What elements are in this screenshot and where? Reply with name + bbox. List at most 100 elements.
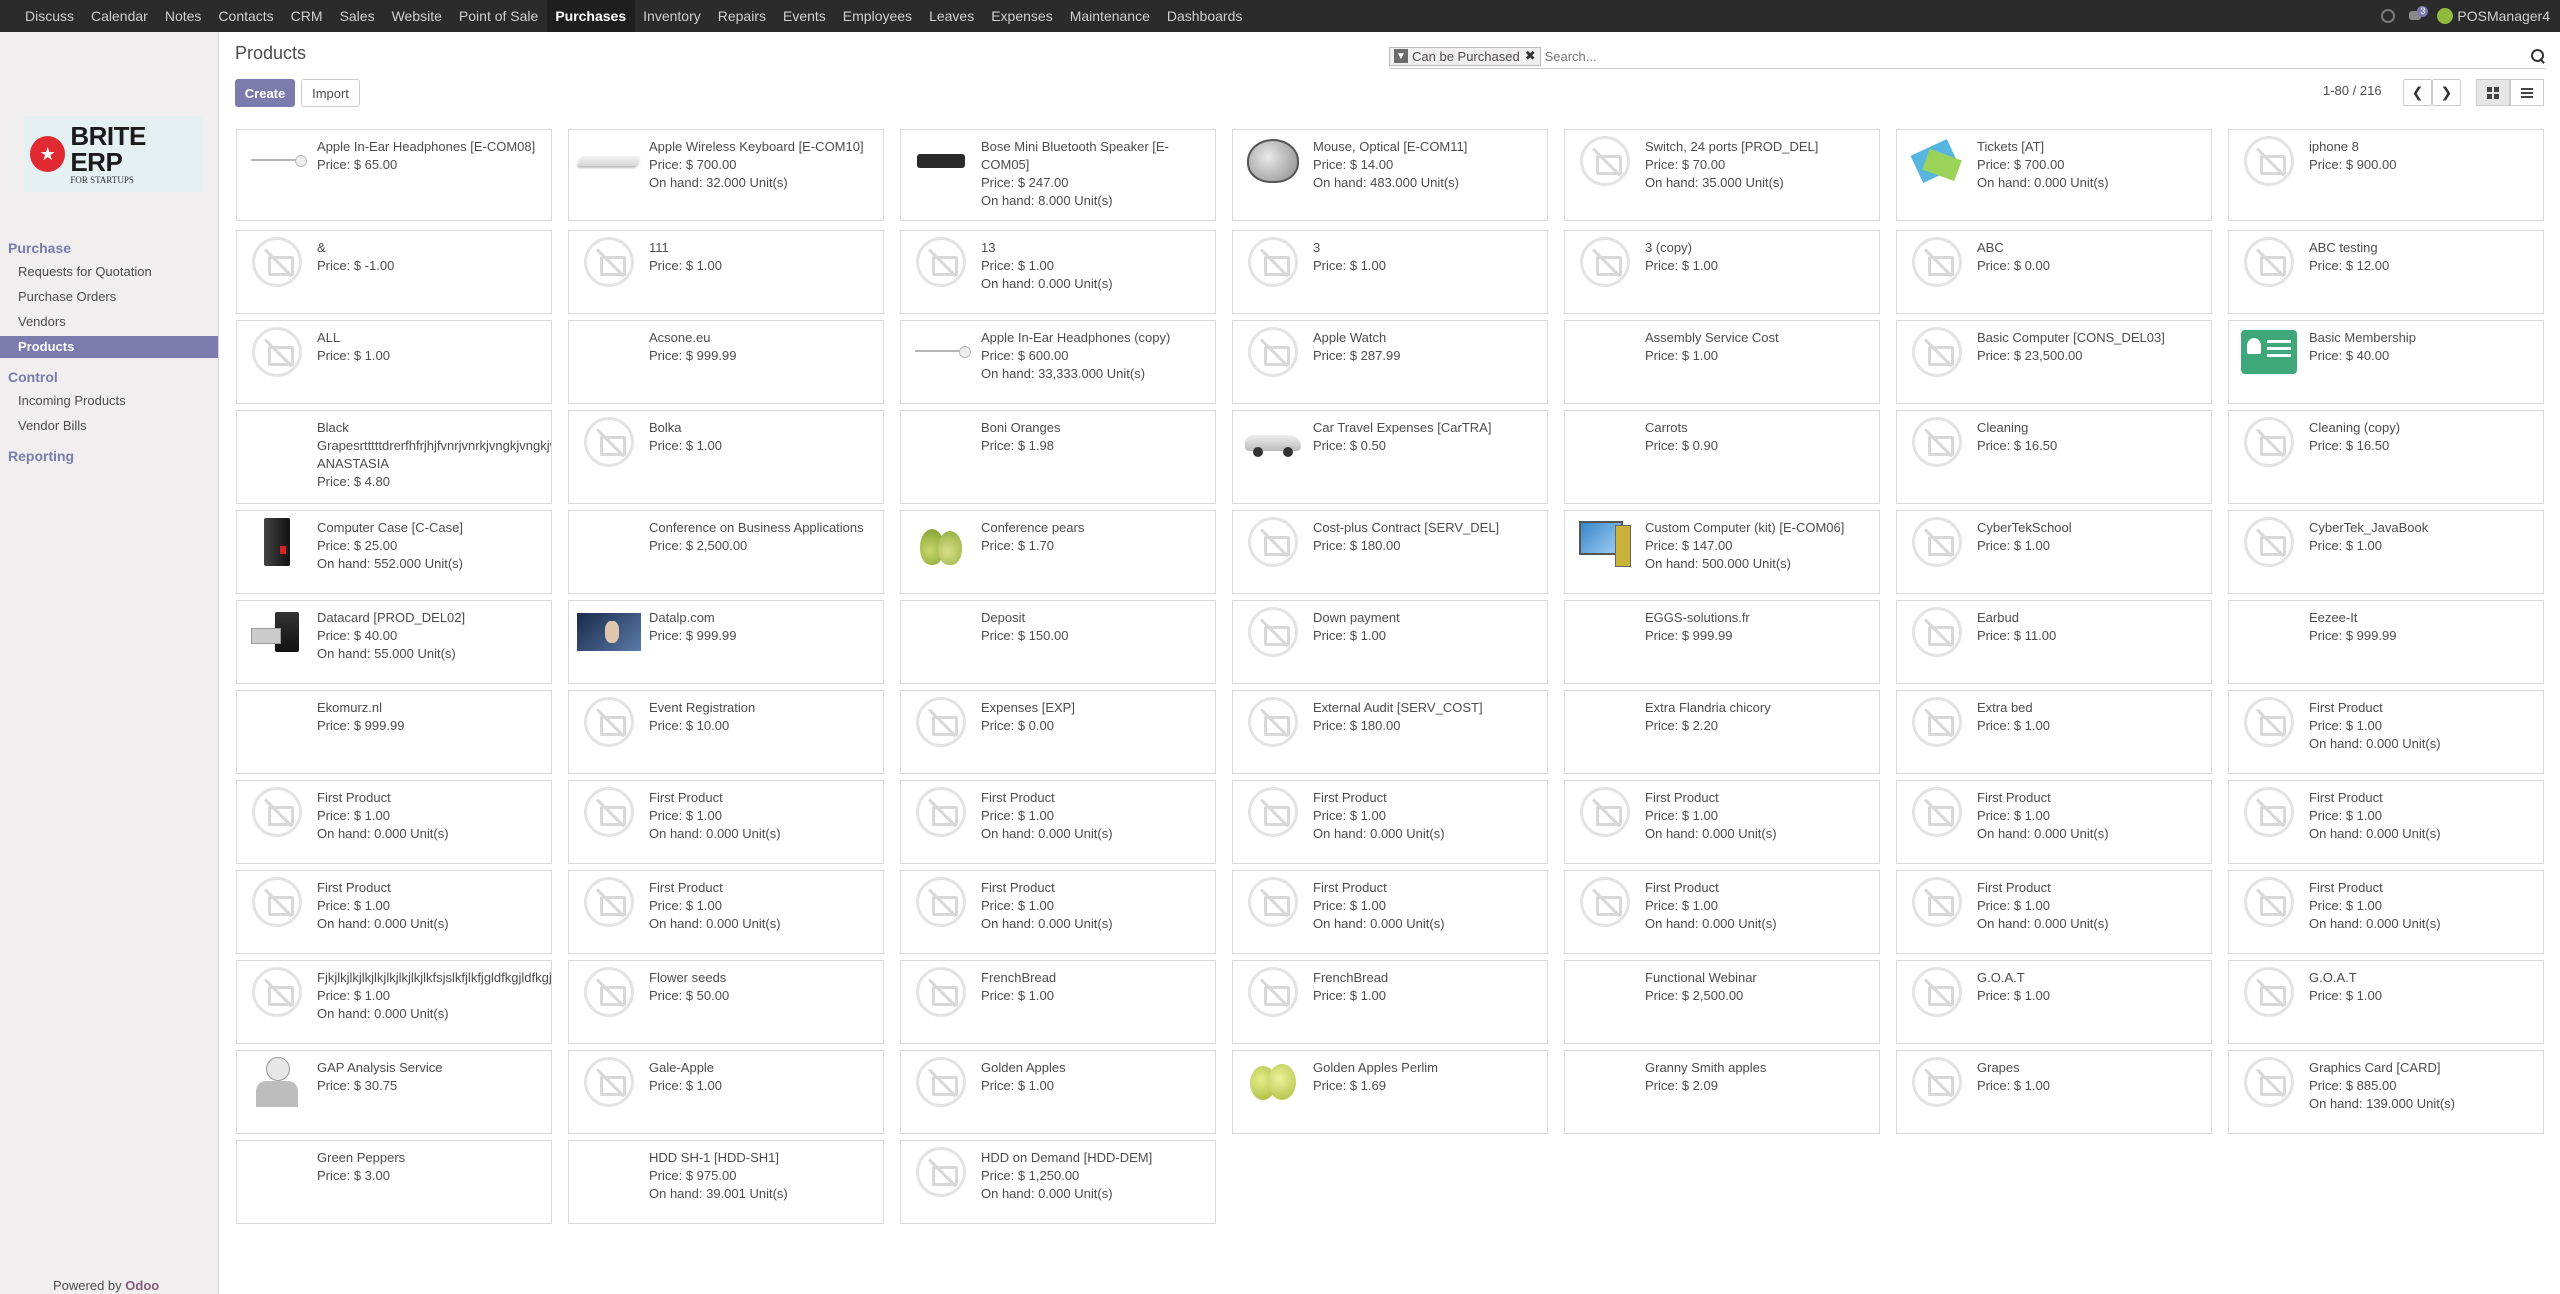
product-card[interactable]: Deposit Price: $ 150.00 [900,600,1216,684]
sidebar-item-products[interactable]: Products [0,336,218,358]
product-card[interactable]: Bose Mini Bluetooth Speaker [E-COM05] Pri… [900,129,1216,221]
activity-clock-icon[interactable] [2381,9,2396,23]
app-menu-calendar[interactable]: Calendar [83,0,157,32]
app-menu-point-of-sale[interactable]: Point of Sale [451,0,547,32]
pager-previous-button[interactable]: ❮ [2403,79,2432,106]
user-menu[interactable]: POSManager4 [2437,8,2550,24]
product-card[interactable]: Down payment Price: $ 1.00 [1232,600,1548,684]
product-card[interactable]: 13 Price: $ 1.00 On hand: 0.000 Unit(s) [900,230,1216,314]
product-card[interactable]: External Audit [SERV_COST] Price: $ 180.0… [1232,690,1548,774]
app-menu-leaves[interactable]: Leaves [921,0,983,32]
product-card[interactable]: G.O.A.T Price: $ 1.00 [1896,960,2212,1044]
product-card[interactable]: FrenchBread Price: $ 1.00 [1232,960,1548,1044]
product-card[interactable]: First Product Price: $ 1.00 On hand: 0.000… [2228,780,2544,864]
product-card[interactable]: Tickets [AT] Price: $ 700.00 On hand: 0.00… [1896,129,2212,221]
app-menu-discuss[interactable]: Discuss [17,0,83,32]
product-card[interactable]: First Product Price: $ 1.00 On hand: 0.000… [568,870,884,954]
product-card[interactable]: Datacard [PROD_DEL02] Price: $ 40.00 On ha… [236,600,552,684]
product-card[interactable]: Fjkjlkjlkjlkjlkjlkjlkjlkjlkfsjslkfjlkfjg… [236,960,552,1044]
product-card[interactable]: Event Registration Price: $ 10.00 [568,690,884,774]
product-card[interactable]: Extra Flandria chicory Price: $ 2.20 [1564,690,1880,774]
app-menu-employees[interactable]: Employees [835,0,921,32]
product-card[interactable]: First Product Price: $ 1.00 On hand: 0.000… [2228,870,2544,954]
product-card[interactable]: First Product Price: $ 1.00 On hand: 0.000… [1232,780,1548,864]
product-card[interactable]: Earbud Price: $ 11.00 [1896,600,2212,684]
product-card[interactable]: G.O.A.T Price: $ 1.00 [2228,960,2544,1044]
sidebar-header-control[interactable]: Control [8,369,58,385]
product-card[interactable]: Switch, 24 ports [PROD_DEL] Price: $ 70.0… [1564,129,1880,221]
product-card[interactable]: Basic Membership Price: $ 40.00 [2228,320,2544,404]
product-card[interactable]: First Product Price: $ 1.00 On hand: 0.000… [1232,870,1548,954]
product-card[interactable]: CyberTek_JavaBook Price: $ 1.00 [2228,510,2544,594]
product-card[interactable]: Mouse, Optical [E-COM11] Price: $ 14.00 On… [1232,129,1548,221]
product-card[interactable]: ALL Price: $ 1.00 [236,320,552,404]
product-card[interactable]: Basic Computer [CONS_DEL03] Price: $ 23,5… [1896,320,2212,404]
product-card[interactable]: GAP Analysis Service Price: $ 30.75 [236,1050,552,1134]
app-menu-events[interactable]: Events [775,0,835,32]
search-input[interactable] [1544,48,2530,64]
pager-value[interactable]: 1-80 / 216 [2323,83,2382,98]
product-card[interactable]: Cost-plus Contract [SERV_DEL] Price: $ 18… [1232,510,1548,594]
sidebar-header-reporting[interactable]: Reporting [8,448,74,464]
product-card[interactable]: Conference pears Price: $ 1.70 [900,510,1216,594]
list-view-button[interactable] [2510,79,2544,106]
product-card[interactable]: First Product Price: $ 1.00 On hand: 0.000… [568,780,884,864]
product-card[interactable]: First Product Price: $ 1.00 On hand: 0.000… [900,870,1216,954]
create-button[interactable]: Create [235,79,295,107]
product-card[interactable]: 3 (copy) Price: $ 1.00 [1564,230,1880,314]
product-card[interactable]: Eezee-It Price: $ 999.99 [2228,600,2544,684]
product-card[interactable]: Cleaning (copy) Price: $ 16.50 [2228,410,2544,504]
app-menu-maintenance[interactable]: Maintenance [1062,0,1159,32]
sidebar-item-requests-for-quotation[interactable]: Requests for Quotation [0,261,218,283]
product-card[interactable]: Datalp.com Price: $ 999.99 [568,600,884,684]
app-menu-repairs[interactable]: Repairs [710,0,775,32]
product-card[interactable]: Granny Smith apples Price: $ 2.09 [1564,1050,1880,1134]
app-menu-crm[interactable]: CRM [283,0,332,32]
product-card[interactable]: First Product Price: $ 1.00 On hand: 0.000… [1564,780,1880,864]
app-menu-inventory[interactable]: Inventory [635,0,710,32]
sidebar-item-incoming-products[interactable]: Incoming Products [0,390,218,412]
product-card[interactable]: First Product Price: $ 1.00 On hand: 0.000… [900,780,1216,864]
product-card[interactable]: Bolka Price: $ 1.00 [568,410,884,504]
product-card[interactable]: First Product Price: $ 1.00 On hand: 0.000… [1896,870,2212,954]
product-card[interactable]: Apple In-Ear Headphones [E-COM08] Price: … [236,129,552,221]
product-card[interactable]: Grapes Price: $ 1.00 [1896,1050,2212,1134]
product-card[interactable]: Apple Wireless Keyboard [E-COM10] Price: … [568,129,884,221]
sidebar-item-vendor-bills[interactable]: Vendor Bills [0,415,218,437]
app-menu-expenses[interactable]: Expenses [983,0,1061,32]
product-card[interactable]: Flower seeds Price: $ 50.00 [568,960,884,1044]
product-card[interactable]: 3 Price: $ 1.00 [1232,230,1548,314]
app-menu-purchases[interactable]: Purchases [547,0,636,32]
product-card[interactable]: Functional Webinar Price: $ 2,500.00 [1564,960,1880,1044]
product-card[interactable]: Assembly Service Cost Price: $ 1.00 [1564,320,1880,404]
product-card[interactable]: ABC Price: $ 0.00 [1896,230,2212,314]
product-card[interactable]: & Price: $ -1.00 [236,230,552,314]
product-card[interactable]: Car Travel Expenses [CarTRA] Price: $ 0.5… [1232,410,1548,504]
product-card[interactable]: Computer Case [C-Case] Price: $ 25.00 On h… [236,510,552,594]
product-card[interactable]: Cleaning Price: $ 16.50 [1896,410,2212,504]
filter-facet[interactable]: ▼ Can be Purchased ✖ [1389,46,1541,66]
product-card[interactable]: Green Peppers Price: $ 3.00 [236,1140,552,1224]
product-card[interactable]: Ekomurz.nl Price: $ 999.99 [236,690,552,774]
product-card[interactable]: 111 Price: $ 1.00 [568,230,884,314]
sidebar-item-vendors[interactable]: Vendors [0,311,218,333]
product-card[interactable]: FrenchBread Price: $ 1.00 [900,960,1216,1044]
product-card[interactable]: Conference on Business Applications Price… [568,510,884,594]
app-menu-notes[interactable]: Notes [157,0,211,32]
product-card[interactable]: Graphics Card [CARD] Price: $ 885.00 On ha… [2228,1050,2544,1134]
remove-facet-icon[interactable]: ✖ [1525,48,1536,64]
odoo-link[interactable]: Odoo [125,1278,159,1293]
product-card[interactable]: Acsone.eu Price: $ 999.99 [568,320,884,404]
chat-icon[interactable]: 3 [2409,6,2429,23]
app-menu-website[interactable]: Website [384,0,451,32]
kanban-view-button[interactable] [2476,79,2510,106]
app-menu-sales[interactable]: Sales [332,0,384,32]
product-card[interactable]: Golden Apples Perlim Price: $ 1.69 [1232,1050,1548,1134]
product-card[interactable]: CyberTekSchool Price: $ 1.00 [1896,510,2212,594]
product-card[interactable]: Carrots Price: $ 0.90 [1564,410,1880,504]
product-card[interactable]: First Product Price: $ 1.00 On hand: 0.000… [236,870,552,954]
product-card[interactable]: First Product Price: $ 1.00 On hand: 0.000… [236,780,552,864]
app-menu-contacts[interactable]: Contacts [210,0,282,32]
product-card[interactable]: First Product Price: $ 1.00 On hand: 0.000… [1896,780,2212,864]
app-menu-dashboards[interactable]: Dashboards [1159,0,1252,32]
